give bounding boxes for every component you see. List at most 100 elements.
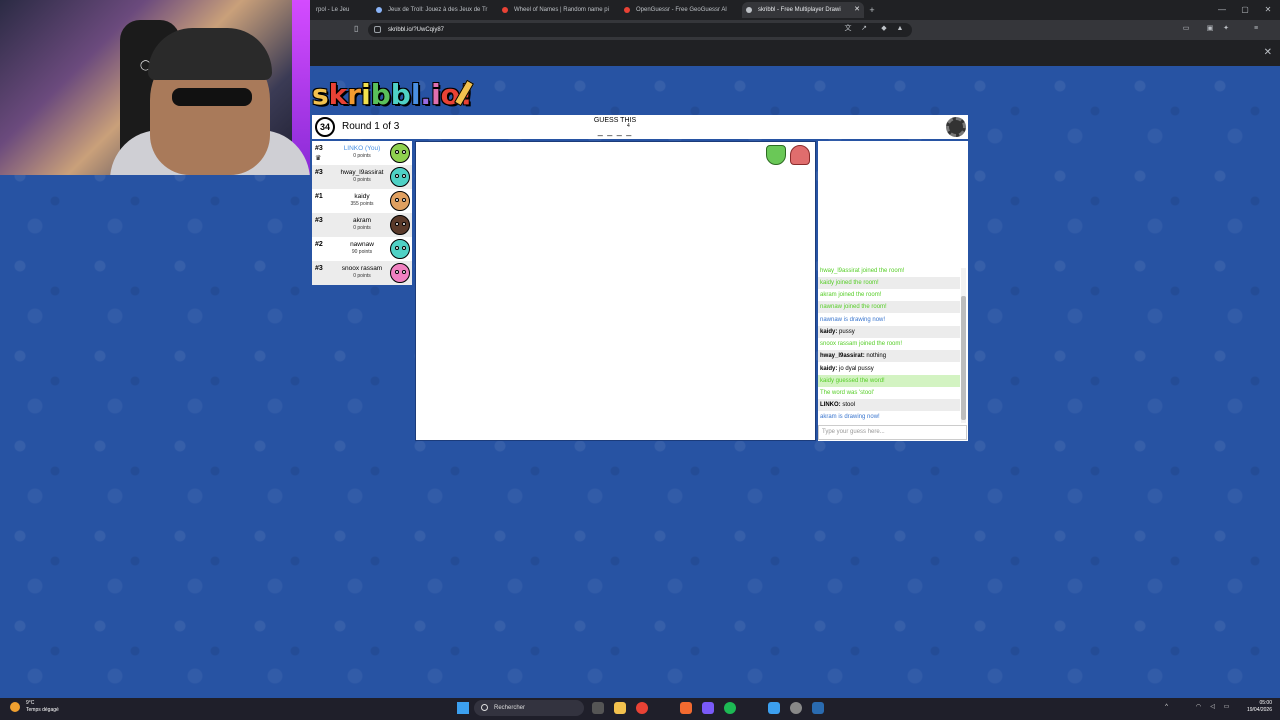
bookmark-icon[interactable]: ▯: [354, 24, 362, 34]
player-rank: #3: [315, 169, 323, 176]
player-row[interactable]: #3 akram 0 points: [312, 213, 412, 237]
file-explorer-icon[interactable]: [614, 702, 626, 714]
player-rank: #2: [315, 241, 323, 248]
battery-icon[interactable]: ▭: [1222, 703, 1231, 712]
player-row[interactable]: #3 snoox rassam 0 points: [312, 261, 412, 285]
sunglasses: [172, 88, 252, 106]
extensions-icon[interactable]: ✦: [1220, 23, 1232, 35]
player-name: LINKO (You): [343, 145, 381, 152]
player-points: 0 points: [353, 153, 371, 159]
network-icon[interactable]: ◠: [1194, 703, 1203, 712]
close-info-icon[interactable]: ✕: [1264, 47, 1272, 58]
brave-shield-icon[interactable]: ◆: [878, 23, 890, 35]
site-info-icon[interactable]: [374, 26, 381, 33]
skribbl-logo: skribbl.io!: [312, 78, 474, 112]
sidebar-icon[interactable]: ▭: [1180, 23, 1192, 35]
player-name: hway_l9assirat: [340, 169, 384, 176]
wallet-icon[interactable]: ▣: [1204, 23, 1216, 35]
player-points: 90 points: [351, 249, 373, 255]
tab-favicon-icon: [746, 7, 752, 13]
chat-message: kaidy guessed the word!: [818, 375, 960, 387]
discord-icon[interactable]: [702, 702, 714, 714]
player-name: nawnaw: [350, 241, 374, 248]
chrome-icon[interactable]: [636, 702, 648, 714]
brave-icon[interactable]: [680, 702, 692, 714]
photos-icon[interactable]: [768, 702, 780, 714]
webcam-overlay: ◯◯◯◯: [0, 0, 310, 175]
guess-label: GUESS THIS: [593, 117, 637, 124]
player-avatar: [390, 143, 410, 163]
system-clock[interactable]: 05:00 19/04/2026: [1236, 700, 1272, 714]
steam-icon[interactable]: [812, 702, 824, 714]
chat-text: pussy: [839, 329, 855, 335]
player-avatar: [390, 191, 410, 211]
thumbs-up-icon[interactable]: [766, 145, 786, 165]
crown-icon: ♛: [315, 155, 322, 162]
player-row[interactable]: #3 ♛ LINKO (You) 0 points: [312, 141, 412, 165]
tab-favicon-icon: [376, 7, 382, 13]
scrollbar-thumb[interactable]: [961, 296, 966, 420]
chat-author: kaidy:: [820, 329, 838, 335]
browser-tab[interactable]: OpenGuessr - Free GeoGuessr Al: [620, 2, 742, 18]
chat-author: hway_l9assirat:: [820, 353, 865, 359]
chat-message: nawnaw joined the room!: [818, 301, 960, 313]
task-view-icon[interactable]: [592, 702, 604, 714]
clock-date: 19/04/2026: [1246, 707, 1272, 713]
taskbar-search[interactable]: Rechercher: [474, 700, 584, 716]
translate-icon[interactable]: 文: [842, 23, 854, 35]
player-row[interactable]: #2 nawnaw 90 points: [312, 237, 412, 261]
player-points: 0 points: [353, 177, 371, 183]
tab-label: Wheel of Names | Random name pi: [514, 7, 609, 13]
maximize-button[interactable]: ▢: [1235, 3, 1255, 17]
chat-message: kaidy joined the room!: [818, 277, 960, 289]
chat-message: snoox rassam joined the room!: [818, 338, 960, 350]
chat-scrollbar[interactable]: [961, 268, 966, 423]
share-icon[interactable]: ↗: [858, 23, 870, 35]
volume-icon[interactable]: ◁: [1208, 703, 1217, 712]
player-name: snoox rassam: [341, 265, 383, 272]
menu-icon[interactable]: ≡: [1250, 23, 1262, 35]
chat-message: akram is drawing now!: [818, 411, 960, 423]
chat-messages: hway_l9assirat joined the room! kaidy jo…: [818, 265, 960, 423]
thumbs-down-icon[interactable]: [790, 145, 810, 165]
chat-text: stool: [842, 402, 856, 408]
browser-tab[interactable]: Jeux de Troll: Jouez à des Jeux de Tr: [372, 2, 494, 18]
close-tab-icon[interactable]: ✕: [854, 2, 860, 18]
spotify-icon[interactable]: [724, 702, 736, 714]
tab-label: skribbl - Free Multiplayer Drawi: [758, 7, 841, 13]
settings-gear-icon[interactable]: [946, 117, 966, 137]
player-points: 0 points: [353, 273, 371, 279]
word-length: 4: [627, 123, 630, 129]
url-text: skribbl.io/?UwCqiy87: [388, 27, 445, 33]
guess-input[interactable]: Type your guess here...: [818, 425, 967, 440]
chat-message: akram joined the room!: [818, 289, 960, 301]
app-icon[interactable]: [790, 702, 802, 714]
chat-message: The word was 'stool': [818, 387, 960, 399]
rewards-icon[interactable]: ▲: [894, 23, 906, 35]
minimize-button[interactable]: —: [1212, 3, 1232, 17]
player-rank: #3: [315, 217, 323, 224]
chat-message: kaidy: jo dyal pussy: [818, 363, 960, 375]
player-rank: #1: [315, 193, 323, 200]
weather-temp: 9°C: [26, 700, 35, 706]
player-row[interactable]: #1 kaidy 355 points: [312, 189, 412, 213]
player-row[interactable]: #3 hway_l9assirat 0 points: [312, 165, 412, 189]
chat-message: LINKO: stool: [818, 399, 960, 411]
new-tab-button[interactable]: +: [866, 2, 878, 18]
tray-expand-icon[interactable]: ^: [1162, 703, 1171, 712]
timer-clock-icon: 34: [315, 117, 335, 137]
tab-favicon-icon: [502, 7, 508, 13]
drawing-canvas[interactable]: [415, 141, 816, 441]
player-avatar: [390, 215, 410, 235]
cap: [148, 28, 272, 80]
windows-start-icon[interactable]: [457, 702, 469, 714]
url-field[interactable]: skribbl.io/?UwCqiy87: [368, 23, 912, 37]
player-list: #3 ♛ LINKO (You) 0 points #3 hway_l9assi…: [312, 141, 412, 285]
tab-label: rpol - Le Jeu: [316, 7, 350, 13]
close-window-button[interactable]: ✕: [1258, 3, 1278, 17]
browser-tab-active[interactable]: skribbl - Free Multiplayer Drawi ✕: [742, 2, 864, 18]
chat-message: hway_l9assirat joined the room!: [818, 265, 960, 277]
browser-tab[interactable]: Wheel of Names | Random name pi: [498, 2, 620, 18]
search-icon: [481, 704, 488, 711]
weather-icon: [10, 702, 20, 712]
